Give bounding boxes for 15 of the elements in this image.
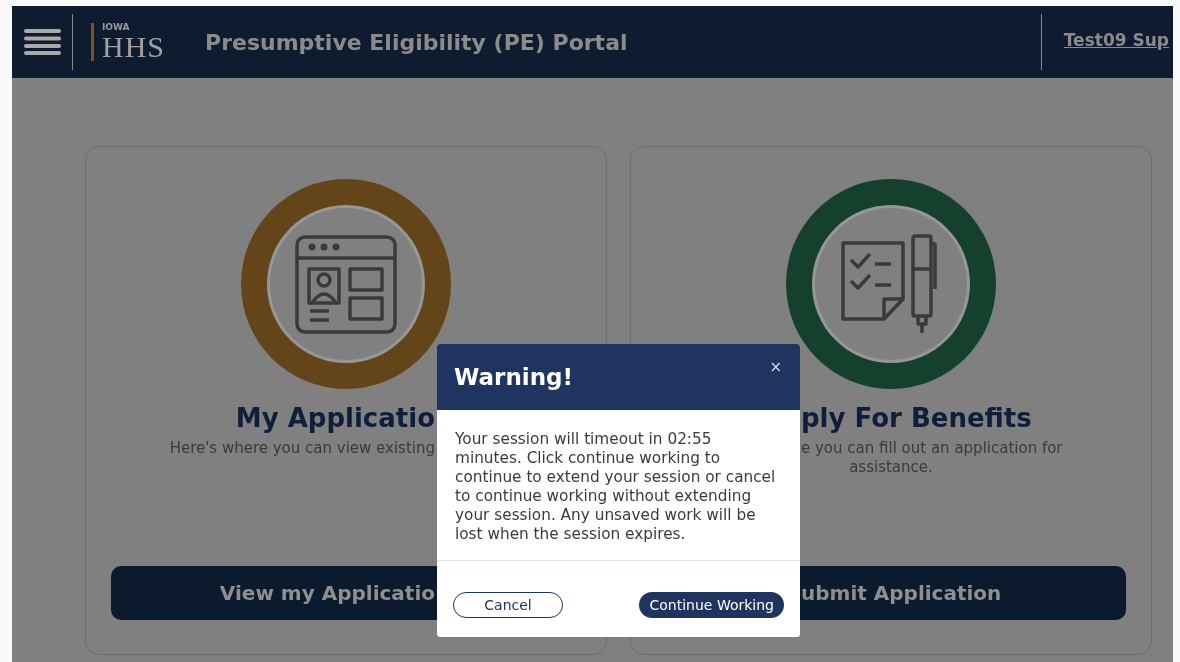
close-button[interactable]: × bbox=[765, 358, 786, 376]
menu-icon[interactable] bbox=[24, 28, 61, 56]
profile-window-icon bbox=[295, 234, 397, 334]
card-description: assistance. bbox=[849, 458, 933, 477]
dialog-title: Warning! bbox=[454, 364, 573, 390]
card-description: e you can fill out an application for bbox=[801, 439, 1063, 458]
user-link[interactable]: Test09 Sup bbox=[1063, 30, 1169, 54]
logo[interactable]: IOWA HHS bbox=[91, 22, 165, 62]
cancel-button[interactable]: Cancel bbox=[453, 592, 563, 618]
portal-title: Presumptive Eligibility (PE) Portal bbox=[205, 29, 628, 55]
dialog-message: Your session will timeout in 02:55 minutes. Click continue working to continue to extend your session or cancel to continue working without extending your session. Any unsaved work will be lost when the session expires. bbox=[455, 430, 777, 544]
continue-button[interactable]: Continue Working bbox=[639, 592, 784, 618]
card-title: ply For Benefits bbox=[801, 402, 1032, 434]
card-title: My Applicatio bbox=[235, 402, 435, 434]
card-description: Here's where you can view existing bbox=[169, 439, 435, 458]
